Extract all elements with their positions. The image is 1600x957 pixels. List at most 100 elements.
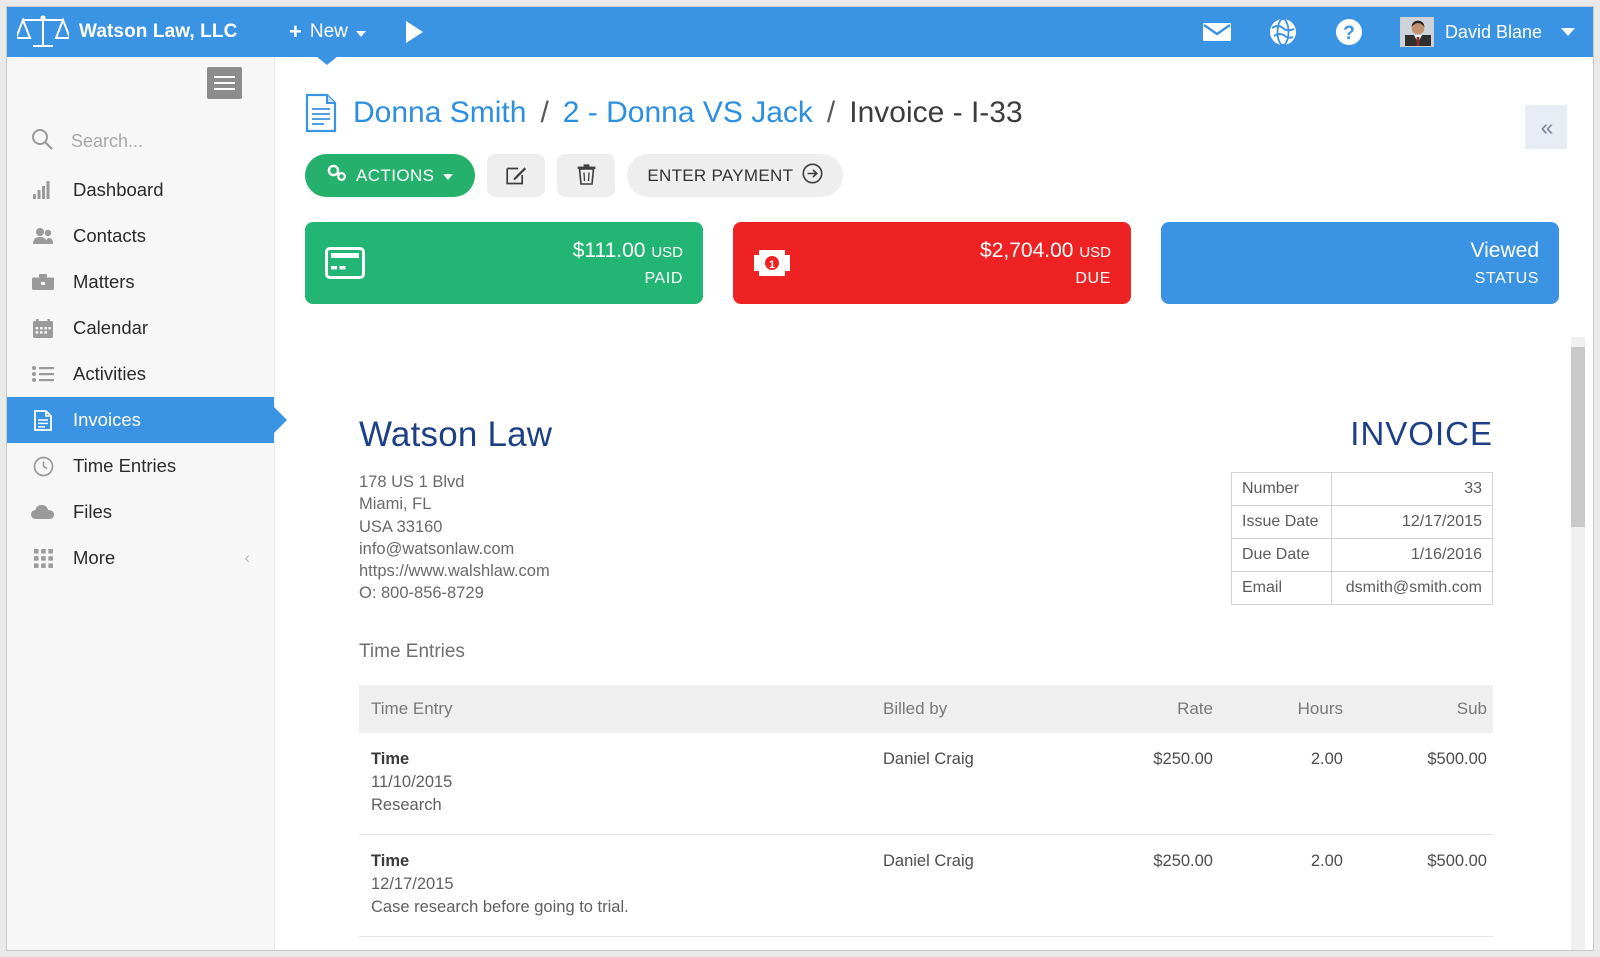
table-row: Due Date 1/16/2016: [1231, 538, 1494, 572]
detail-value: 33: [1330, 472, 1494, 506]
table-row[interactable]: Time 12/17/2015 Case research before goi…: [359, 834, 1493, 937]
detail-label: Issue Date: [1231, 505, 1332, 539]
sidebar-search[interactable]: [7, 115, 274, 167]
status-value: Viewed: [1470, 239, 1540, 263]
column-header-hours: Hours: [1213, 685, 1343, 733]
entry-date: 12/17/2015: [371, 875, 454, 893]
briefcase-icon: [31, 271, 55, 293]
paid-card[interactable]: $111.00 USD PAID: [305, 222, 703, 304]
due-card-text: $2,704.00 USD DUE: [980, 235, 1111, 291]
edit-button[interactable]: [487, 154, 546, 197]
address-line: USA 33160: [359, 517, 443, 536]
enter-payment-button[interactable]: ENTER PAYMENT: [627, 154, 844, 197]
vertical-scrollbar[interactable]: [1571, 337, 1585, 950]
sidebar-item-calendar[interactable]: Calendar: [7, 305, 274, 351]
time-entry-cell: Time 11/10/2015 Research: [359, 733, 883, 835]
collapse-panel-button[interactable]: «: [1525, 105, 1567, 149]
sidebar-item-time-entries[interactable]: Time Entries: [7, 443, 274, 489]
search-input[interactable]: [71, 130, 241, 152]
new-button[interactable]: + New: [275, 7, 380, 65]
action-toolbar: ACTIONS ENTER PAYMENT: [275, 133, 1593, 197]
sidebar-item-label: Activities: [73, 363, 146, 384]
sub-cell: $500.00: [1343, 733, 1493, 835]
sidebar-toggle-wrap: [7, 57, 274, 115]
sidebar-item-matters[interactable]: Matters: [7, 259, 274, 305]
messages-button[interactable]: [1184, 7, 1250, 57]
sidebar-item-label: Time Entries: [73, 455, 177, 476]
clock-icon: [31, 455, 55, 477]
detail-label: Email: [1231, 571, 1332, 605]
chevron-down-icon: [443, 174, 454, 180]
list-icon: [31, 363, 55, 385]
sidebar-item-contacts[interactable]: Contacts: [7, 213, 274, 259]
credit-card-icon: [325, 243, 369, 283]
table-row[interactable]: Time 12/17/2015 Phone call with opposing…: [359, 936, 1493, 950]
sidebar-item-dashboard[interactable]: Dashboard: [7, 167, 274, 213]
brand-name: Watson Law, LLC: [79, 21, 238, 42]
paid-amount: $111.00: [572, 239, 646, 263]
user-menu[interactable]: David Blane: [1382, 7, 1575, 57]
billed-by-cell: Daniel Craig: [883, 834, 1073, 937]
grid-icon: [31, 547, 55, 569]
rate-cell: $250.00: [1073, 834, 1213, 937]
address-line: 178 US 1 Blvd: [359, 473, 465, 491]
actions-button-label: ACTIONS: [356, 165, 435, 185]
due-label: DUE: [1075, 269, 1111, 287]
column-header-billed-by: Billed by: [883, 685, 1073, 733]
firm-address: 178 US 1 Blvd Miami, FL USA 33160 info@w…: [359, 471, 552, 605]
breadcrumb-matter[interactable]: 2 - Donna VS Jack: [563, 96, 813, 130]
time-entries-table: Time Entry Billed by Rate Hours Sub Time…: [359, 685, 1493, 950]
language-button[interactable]: [1250, 7, 1316, 57]
breadcrumb-separator: /: [540, 96, 549, 129]
sidebar-item-invoices[interactable]: Invoices: [7, 397, 274, 443]
trash-icon: [577, 163, 596, 188]
hamburger-icon[interactable]: [207, 67, 242, 99]
gears-icon: [327, 164, 347, 187]
play-timer-button[interactable]: [398, 7, 432, 57]
question-mark-icon: ?: [1335, 18, 1363, 46]
address-phone: O: 800-856-8729: [359, 584, 484, 603]
delete-button[interactable]: [557, 154, 616, 197]
status-card-text: Viewed STATUS: [1471, 235, 1540, 291]
sidebar-item-label: More: [73, 547, 116, 568]
breadcrumb-client[interactable]: Donna Smith: [353, 96, 526, 130]
table-row: Email dsmith@smith.com: [1231, 571, 1494, 605]
rate-cell: $250.00: [1073, 733, 1213, 835]
entry-description: Case research before going to trial.: [371, 898, 629, 916]
billed-by-cell: Daniel Craig: [883, 733, 1073, 835]
paid-currency: USD: [651, 244, 683, 262]
column-header-time-entry: Time Entry: [359, 685, 883, 733]
entry-date: 11/10/2015: [371, 773, 453, 791]
invoice-preview-scroll-area: Watson Law 178 US 1 Blvd Miami, FL USA 3…: [275, 387, 1593, 950]
main-content: « Donna Smith / 2 - Donna VS Jack / Invo…: [275, 57, 1593, 950]
table-row[interactable]: Time 11/10/2015 Research Daniel Craig $2…: [359, 733, 1493, 835]
sub-cell: $250.00: [1343, 936, 1493, 950]
hours-cell: 2.00: [1213, 834, 1343, 937]
invoice-meta-block: INVOICE Number 33 Issue Date 12/17/2015: [1231, 415, 1494, 605]
address-email: info@watsonlaw.com: [359, 539, 515, 558]
invoice-details-table: Number 33 Issue Date 12/17/2015 Due Date…: [1231, 472, 1494, 605]
sidebar-item-more[interactable]: More ‹: [7, 535, 274, 581]
enter-payment-label: ENTER PAYMENT: [647, 165, 794, 185]
sidebar-item-files[interactable]: Files: [7, 489, 274, 535]
firm-block: Watson Law 178 US 1 Blvd Miami, FL USA 3…: [359, 415, 552, 605]
scrollbar-thumb[interactable]: [1571, 347, 1585, 527]
bar-chart-icon: [31, 179, 55, 201]
help-button[interactable]: ?: [1316, 7, 1382, 57]
plus-icon: +: [289, 19, 302, 44]
due-amount: $2,704.00: [980, 239, 1074, 263]
actions-button[interactable]: ACTIONS: [305, 154, 476, 197]
status-card[interactable]: Viewed STATUS: [1161, 222, 1559, 304]
column-header-sub: Sub: [1343, 685, 1493, 733]
rate-cell: $250.00: [1073, 936, 1213, 950]
detail-label: Number: [1231, 472, 1332, 506]
svg-text:1: 1: [769, 259, 775, 271]
table-row: Number 33: [1231, 472, 1494, 506]
brand-logo[interactable]: Watson Law, LLC: [7, 7, 275, 57]
firm-name: Watson Law: [359, 415, 553, 454]
sidebar-item-activities[interactable]: Activities: [7, 351, 274, 397]
scales-of-justice-icon: [14, 13, 72, 51]
invoice-header: Watson Law 178 US 1 Blvd Miami, FL USA 3…: [359, 415, 1494, 605]
breadcrumb-separator: /: [826, 96, 836, 129]
due-card[interactable]: 1 $2,704.00 USD DUE: [733, 222, 1131, 304]
